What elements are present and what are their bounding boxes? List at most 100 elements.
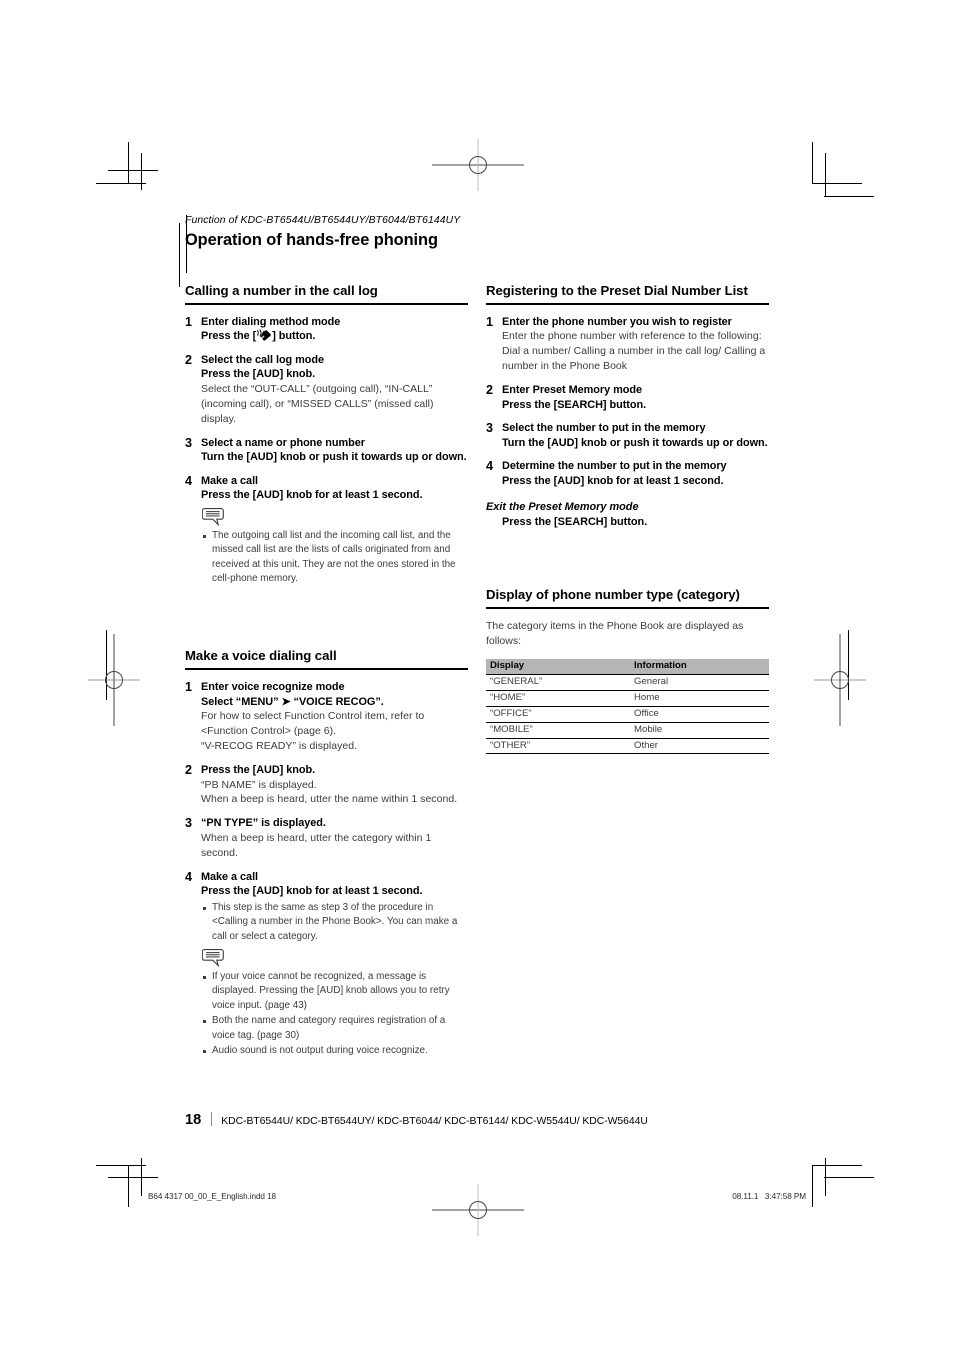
step-number: 4: [486, 459, 494, 474]
two-column-body: Calling a number in the call log 1 Enter…: [185, 283, 775, 1145]
step-number: 3: [185, 435, 193, 450]
step-item: 1 Enter voice recognize mode Select “MEN…: [185, 680, 468, 754]
step-title: Determine the number to put in the memor…: [502, 460, 727, 473]
exit-mode-title: Exit the Preset Memory mode: [486, 501, 639, 514]
note-bullet-list: The outgoing call list and the incoming …: [201, 529, 468, 587]
page-title: Operation of hands-free phoning: [185, 231, 438, 250]
step-action: Press the [AUD] knob for at least 1 seco…: [201, 885, 423, 898]
step-title: Select a name or phone number: [201, 436, 365, 449]
step-number: 3: [185, 816, 193, 831]
step-description: Enter the phone number with reference to…: [502, 330, 766, 373]
footer-divider: [211, 1112, 213, 1126]
step-action-pre: Press the [: [201, 330, 257, 343]
page-number: 18: [185, 1112, 202, 1128]
crop-mark-tr-v2: [825, 153, 826, 197]
step-title: “PN TYPE” is displayed.: [201, 817, 326, 830]
registration-mark-bottom: [418, 1180, 538, 1240]
step-title: Make a call: [201, 870, 259, 883]
page-content: Function of KDC-BT6544U/BT6544UY/BT6044/…: [179, 215, 775, 1145]
step-number: 1: [486, 314, 494, 329]
step-number: 3: [486, 421, 494, 436]
step-item: 2 Enter Preset Memory mode Press the [SE…: [486, 383, 769, 412]
step-action: Press the [AUD] knob for at least 1 seco…: [502, 474, 724, 487]
page-footer: 18 KDC-BT6544U/ KDC-BT6544UY/ KDC-BT6044…: [185, 1110, 785, 1128]
note-bubble-icon: [202, 507, 224, 527]
step-action: Turn the [AUD] knob or push it towards u…: [201, 451, 467, 464]
crop-mark-tl-v2: [128, 142, 129, 183]
note-bubble-icon: [202, 949, 224, 968]
step-number: 2: [185, 763, 193, 778]
step-item: 4 Determine the number to put in the mem…: [486, 459, 769, 488]
step-number: 1: [185, 680, 193, 695]
step-title: Make a call: [201, 474, 259, 487]
section-preset-dial-registration: Registering to the Preset Dial Number Li…: [486, 283, 769, 529]
cell-information: Home: [630, 690, 769, 707]
step-action: Press the [SEARCH] button.: [502, 398, 647, 411]
note-bullet: Both the name and category requires regi…: [201, 1014, 468, 1043]
step-item: 2 Press the [AUD] knob. “PB NAME” is dis…: [185, 763, 468, 807]
step-title: Select the call log mode: [201, 353, 325, 366]
cell-display: “MOBILE”: [486, 722, 630, 739]
table-row: “GENERAL” General: [486, 674, 769, 691]
step-action: Select “MENU” ➤ “VOICE RECOG”.: [201, 695, 384, 708]
registration-mark-left: [54, 620, 174, 740]
step-title: Select the number to put in the memory: [502, 422, 706, 435]
step-number: 4: [185, 473, 193, 488]
step-number: 4: [185, 869, 193, 884]
step-description: When a beep is heard, utter the category…: [201, 831, 432, 859]
step-bullet-list: This step is the same as step 3 of the p…: [201, 901, 468, 944]
step-action: Press the [AUD] knob for at least 1 seco…: [201, 489, 423, 502]
section-heading: Display of phone number type (category): [486, 587, 740, 603]
phone-call-icon: [256, 329, 272, 341]
crop-mark-br-h2: [824, 1177, 874, 1178]
section-intro: The category items in the Phone Book are…: [486, 620, 744, 647]
step-item: 3 Select the number to put in the memory…: [486, 421, 769, 450]
crop-mark-bl-v1: [141, 1158, 142, 1196]
crop-mark-bl-h1: [108, 1177, 158, 1178]
step-title: Enter voice recognize mode: [201, 681, 345, 694]
section-rule: [486, 607, 769, 609]
step-description: “PB NAME” is displayed. When a beep is h…: [201, 778, 458, 806]
cell-information: Other: [630, 738, 769, 755]
step-title: Enter dialing method mode: [201, 315, 341, 328]
document-kicker: Function of KDC-BT6544U/BT6544UY/BT6044/…: [185, 215, 461, 226]
step-title: Enter Preset Memory mode: [502, 384, 642, 397]
table-header-row: Display Information: [486, 658, 769, 675]
section-voice-dialing: Make a voice dialing call 1 Enter voice …: [185, 648, 468, 1058]
step-number: 2: [185, 352, 193, 367]
cell-display: “OTHER”: [486, 738, 630, 755]
crop-mark-br-v2: [825, 1158, 826, 1196]
note-bullet: If your voice cannot be recognized, a me…: [201, 970, 468, 1013]
table-row: “MOBILE” Mobile: [486, 722, 769, 739]
footer-model-list: KDC-BT6544U/ KDC-BT6544UY/ KDC-BT6044/ K…: [221, 1116, 648, 1127]
left-column: Calling a number in the call log 1 Enter…: [185, 283, 468, 1068]
step-title: Enter the phone number you wish to regis…: [502, 315, 732, 328]
step-action: Press the [ ] button.: [201, 329, 468, 344]
step-number: 2: [486, 383, 494, 398]
column-header-display: Display: [486, 658, 630, 675]
imprint-timestamp: 08.11.1 3:47:58 PM: [732, 1192, 806, 1201]
crop-mark-tl-h2: [96, 183, 146, 184]
section-heading: Make a voice dialing call: [185, 648, 337, 664]
step-description: For how to select Function Control item,…: [201, 710, 425, 753]
header-vertical-rule: [179, 223, 180, 287]
note-bullet: Audio sound is not output during voice r…: [201, 1044, 468, 1058]
section-phone-number-type: Display of phone number type (category) …: [486, 587, 769, 755]
cell-display: “HOME”: [486, 690, 630, 707]
crop-mark-tl-h1: [108, 170, 158, 171]
section-rule: [185, 302, 468, 305]
step-action: Press the [AUD] knob.: [201, 368, 316, 381]
step-action-post: ] button.: [272, 330, 316, 343]
column-header-information: Information: [630, 658, 769, 675]
table-row: “HOME” Home: [486, 690, 769, 707]
cell-display: “OFFICE”: [486, 706, 630, 723]
crop-mark-tr-v1: [812, 142, 813, 184]
imprint-filename: B64 4317 00_00_E_English.indd 18: [148, 1192, 277, 1201]
section-heading: Calling a number in the call log: [185, 283, 378, 298]
section-rule: [486, 302, 769, 305]
registration-mark-right: [780, 620, 900, 740]
step-number: 1: [185, 314, 193, 329]
note-bullet: The outgoing call list and the incoming …: [201, 529, 468, 587]
step-title: Press the [AUD] knob.: [201, 764, 316, 777]
crop-mark-bl-h2: [96, 1165, 146, 1166]
